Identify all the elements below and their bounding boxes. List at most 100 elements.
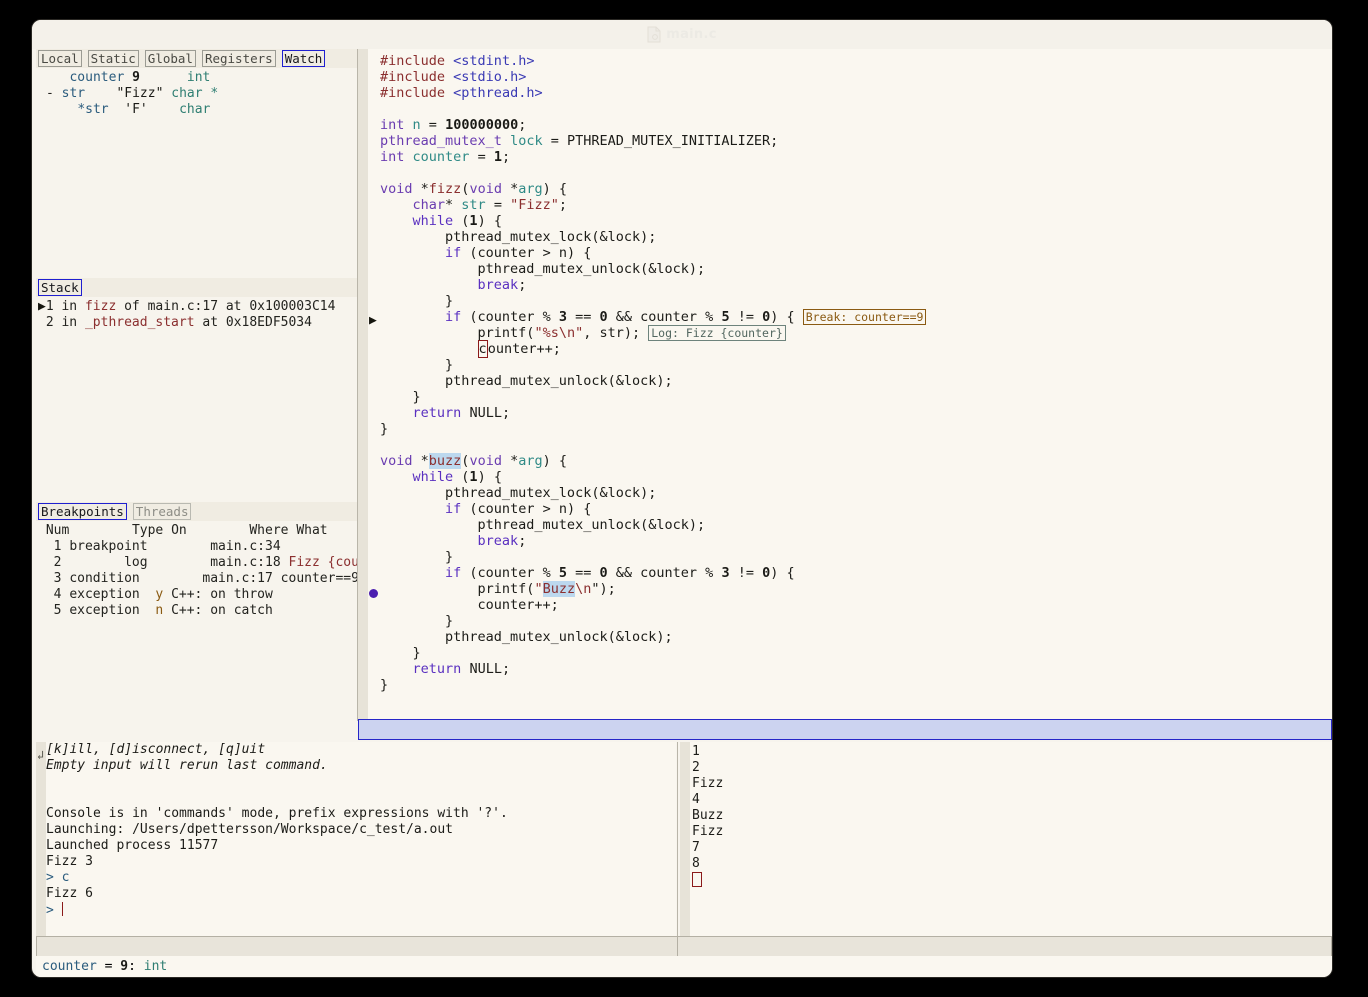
bp-num: 2 bbox=[53, 555, 62, 570]
shell-line: 8 bbox=[692, 856, 700, 871]
repl-prompt: > c bbox=[46, 870, 70, 885]
tab-threads[interactable]: Threads bbox=[132, 503, 192, 520]
dape-repl-panel[interactable]: ↲ [k]ill, [d]isconnect, [q]uit Empty inp… bbox=[36, 742, 676, 936]
shell-fringe bbox=[680, 742, 690, 936]
echo-equals: = bbox=[96, 959, 121, 974]
stack-frame-row[interactable]: 2 in _pthread_start at 0x18EDF5034 bbox=[38, 315, 358, 331]
code-line: } bbox=[380, 549, 454, 565]
tab-watch[interactable]: Watch bbox=[281, 50, 326, 67]
repl-line: Launched process 11577 bbox=[46, 838, 219, 853]
stack-frame-row[interactable]: ▶1 in fizz of main.c:17 at 0x100003C14 bbox=[38, 299, 358, 315]
watch-expander[interactable]: - bbox=[46, 86, 54, 101]
repl-cursor bbox=[61, 902, 63, 916]
tab-stack[interactable]: Stack bbox=[38, 279, 82, 296]
bp-num: 4 bbox=[53, 587, 62, 602]
emacs-frame: main.c Local Static Global Registers Wat… bbox=[32, 20, 1332, 977]
repl-line: Fizz 6 bbox=[46, 886, 93, 901]
watch-list: counter 9 int - str "Fizz" char * *str '… bbox=[36, 68, 358, 118]
breakpoint-row[interactable]: 1 breakpoint main.c:34 bbox=[38, 539, 358, 555]
document-icon bbox=[647, 26, 661, 43]
stack-panel: Stack ▶1 in fizz of main.c:17 at 0x10000… bbox=[36, 278, 358, 502]
code-line: printf("%s\n", str); Log: Fizz {counter} bbox=[380, 325, 1332, 341]
repl-fringe bbox=[36, 742, 46, 936]
left-sidebar: Local Static Global Registers Watch coun… bbox=[36, 49, 383, 721]
bp-on[interactable]: n bbox=[155, 603, 163, 618]
breakpoints-panel: Breakpoints Threads Num Type On Where Wh… bbox=[36, 502, 383, 721]
breakpoint-row[interactable]: 4 exception y C++: on throw bbox=[38, 587, 358, 603]
repl-line: > c bbox=[46, 870, 676, 886]
code-line: if (counter > n) { bbox=[445, 245, 592, 261]
text-cursor: c bbox=[477, 340, 488, 358]
watch-name: counter bbox=[69, 70, 125, 85]
repl-line: Launching: /Users/dpettersson/Workspace/… bbox=[46, 822, 453, 837]
continuation-marker-icon: ↲ bbox=[37, 748, 45, 762]
editor-fringe bbox=[358, 49, 368, 721]
code-line: } bbox=[380, 645, 421, 661]
code-line: pthread_mutex_lock(&lock); bbox=[380, 229, 657, 245]
shell-modeline[interactable]: -:**- *dape-shell* All 9:0 Shell [Dape:s… bbox=[677, 936, 1332, 957]
watch-value: 'F' bbox=[124, 102, 148, 117]
code-line: pthread_mutex_t lock = PTHREAD_MUTEX_INI… bbox=[380, 133, 779, 149]
code-line: break; bbox=[477, 277, 527, 293]
repl-line bbox=[46, 790, 676, 806]
stack-tabbar: Stack bbox=[36, 278, 358, 297]
shell-output: 1 2 Fizz 4 Buzz Fizz 7 8 bbox=[692, 744, 1332, 888]
tab-global[interactable]: Global bbox=[144, 50, 196, 67]
log-message-badge[interactable]: Log: Fizz {counter} bbox=[648, 325, 786, 341]
code-line: } bbox=[380, 389, 421, 405]
code-line: int n = 100000000; bbox=[380, 117, 527, 133]
code-line: pthread_mutex_unlock(&lock); bbox=[380, 373, 673, 389]
editor-modeline[interactable]: -:--- c_test/main.c Top 19:12 C/*l [Dape… bbox=[358, 719, 1332, 740]
bp-where: C++: on catch bbox=[171, 603, 273, 618]
col-on: On bbox=[171, 523, 187, 538]
watch-row[interactable]: *str 'F' char bbox=[46, 102, 358, 118]
stack-list: ▶1 in fizz of main.c:17 at 0x100003C14 2… bbox=[36, 297, 358, 331]
watch-type: char bbox=[179, 102, 211, 117]
frame-sep: in bbox=[53, 315, 85, 330]
repl-line: Console is in 'commands' mode, prefix ex… bbox=[46, 806, 508, 821]
repl-modeline[interactable]: -:**- *dape-repl* Bot 12:2 Dape REPL [Da… bbox=[36, 936, 679, 957]
echo-value: 9 bbox=[120, 959, 129, 974]
frame-num: 2 bbox=[45, 315, 54, 330]
break-condition-badge[interactable]: Break: counter==9 bbox=[802, 309, 927, 325]
code-line: if (counter > n) { bbox=[445, 501, 592, 517]
col-what: What bbox=[296, 523, 328, 538]
shell-line: 7 bbox=[692, 840, 700, 855]
col-type: Type bbox=[131, 523, 164, 538]
source-editor[interactable]: ▶ #include <stdint.h> #include <stdio.h>… bbox=[358, 49, 1332, 721]
tab-breakpoints[interactable]: Breakpoints bbox=[38, 503, 127, 520]
col-num: Num bbox=[45, 523, 70, 538]
echo-colon: : bbox=[128, 959, 144, 974]
bp-on[interactable]: y bbox=[155, 587, 163, 602]
breakpoint-row[interactable]: 5 exception n C++: on catch bbox=[38, 603, 358, 619]
frame-location: at 0x18EDF5034 bbox=[194, 315, 312, 330]
breakpoint-row[interactable]: 2 log main.c:18 Fizz {counte bbox=[38, 555, 383, 571]
code-line: #include <stdio.h> bbox=[380, 69, 527, 85]
breakpoint-dot-icon[interactable] bbox=[369, 585, 379, 601]
dape-shell-panel[interactable]: 1 2 Fizz 4 Buzz Fizz 7 8 bbox=[680, 742, 1332, 936]
tab-local[interactable]: Local bbox=[38, 50, 82, 67]
tab-registers[interactable]: Registers bbox=[201, 50, 276, 67]
tab-static[interactable]: Static bbox=[87, 50, 139, 67]
breakpoint-row[interactable]: 3 condition main.c:17 counter==9 bbox=[38, 571, 359, 587]
code-line: #include <pthread.h> bbox=[380, 85, 543, 101]
watch-row[interactable]: - str "Fizz" char * bbox=[46, 86, 358, 102]
repl-line: Empty input will rerun last command. bbox=[46, 758, 328, 773]
frame-function: _pthread_start bbox=[84, 315, 195, 330]
shell-cursor-line bbox=[692, 872, 1332, 888]
echo-area: counter = 9: int bbox=[36, 956, 1332, 977]
info-panel: Local Static Global Registers Watch coun… bbox=[36, 49, 358, 278]
bp-what: counter==9 bbox=[280, 571, 359, 586]
bp-where: C++: on throw bbox=[171, 587, 273, 602]
code-line: } bbox=[380, 421, 389, 437]
code-lines: #include <stdint.h> #include <stdio.h> #… bbox=[380, 53, 1332, 693]
repl-input-line[interactable]: > bbox=[46, 902, 676, 918]
frame-location: of main.c:17 at 0x100003C14 bbox=[116, 299, 336, 314]
watch-row[interactable]: counter 9 int bbox=[46, 70, 358, 86]
bp-type: exception bbox=[69, 603, 140, 618]
bp-where: main.c:17 bbox=[202, 571, 273, 586]
bp-type: condition bbox=[69, 571, 140, 586]
code-line: pthread_mutex_unlock(&lock); bbox=[380, 517, 706, 533]
